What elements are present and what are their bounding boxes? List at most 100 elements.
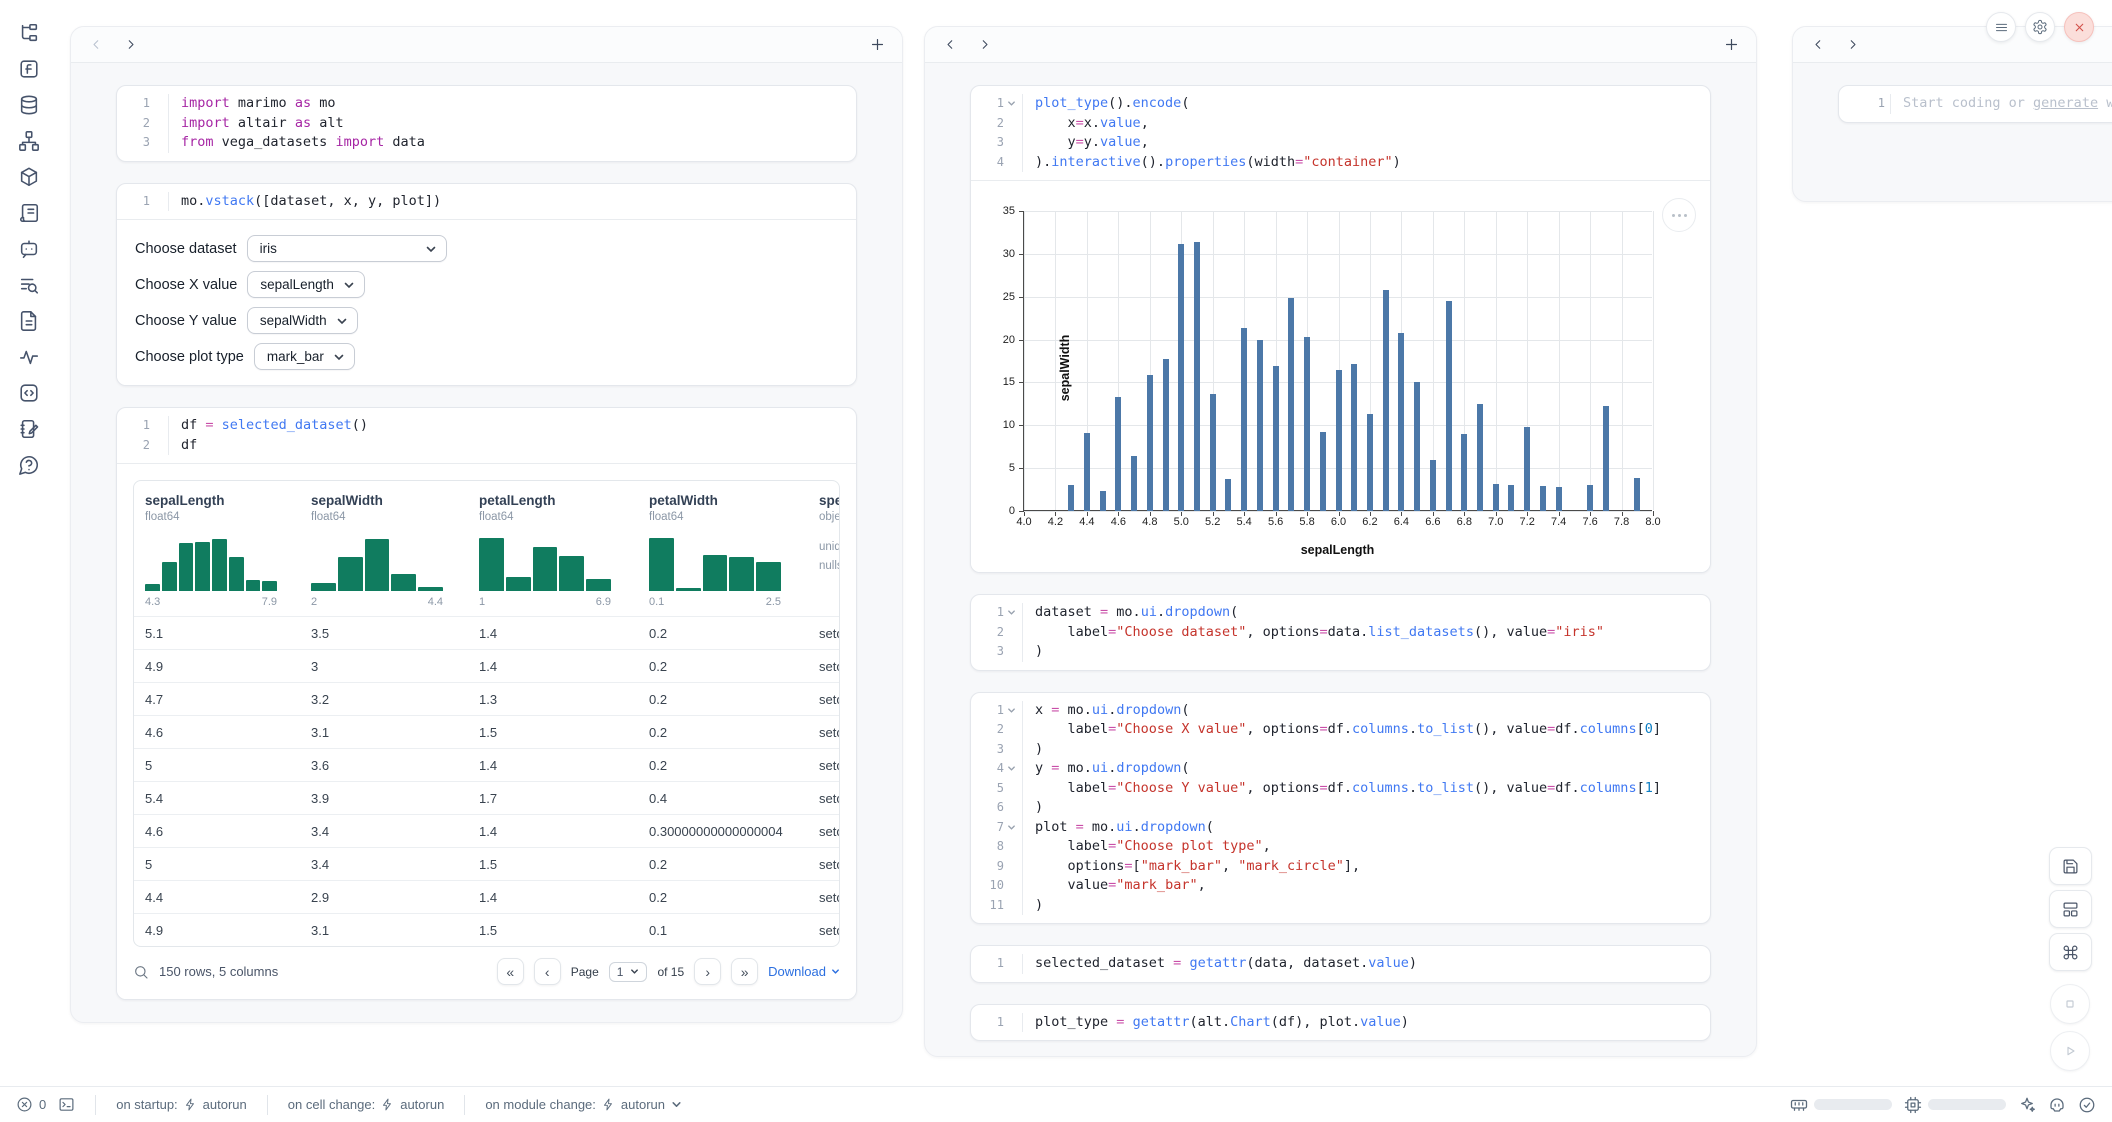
dependency-graph-icon[interactable] (18, 130, 40, 152)
code-editor[interactable]: 1selected_dataset = getattr(data, datase… (971, 946, 1710, 982)
code-line: 2 label="Choose dataset", options=data.l… (971, 623, 1710, 643)
code-line: 3 y=y.value, (971, 133, 1710, 153)
ai-sparkles-icon[interactable] (2018, 1096, 2036, 1114)
first-page-button[interactable]: « (497, 958, 524, 985)
fold-chevron-icon[interactable] (1007, 99, 1017, 109)
code-editor[interactable]: 1plot_type().encode(2 x=x.value,3 y=y.va… (971, 86, 1710, 180)
memory-icon (1790, 1096, 1808, 1114)
keyboard-shortcuts-button[interactable] (2049, 933, 2092, 971)
file-tree-icon[interactable] (18, 22, 40, 44)
table-footer: 150 rows, 5 columns « ‹ Page 1 of 15 › »… (133, 958, 840, 985)
logs-icon[interactable] (18, 202, 40, 224)
connection-status-icon[interactable] (2078, 1096, 2096, 1114)
move-column-right-icon[interactable] (121, 36, 139, 54)
settings-gear-icon[interactable] (2025, 12, 2055, 42)
dropdown-label: Choose dataset (135, 241, 237, 257)
dropdown-select[interactable]: sepalLength (247, 271, 365, 298)
layout-toggle-button[interactable] (2049, 890, 2092, 928)
column-header[interactable]: sepalLengthfloat644.37.9 (134, 481, 300, 616)
fold-chevron-icon[interactable] (1007, 608, 1017, 618)
column-header[interactable]: speciesobjectunique:nulls: (808, 481, 839, 616)
column-header[interactable]: petalLengthfloat6416.9 (468, 481, 638, 616)
table-row[interactable]: 5.43.91.70.4setosa (134, 781, 839, 814)
table-row[interactable]: 4.73.21.30.2setosa (134, 682, 839, 715)
table-row[interactable]: 53.61.40.2setosa (134, 748, 839, 781)
table-cell: 1.4 (468, 890, 638, 905)
table-row[interactable]: 4.93.11.50.1setosa (134, 913, 839, 946)
move-column-right-icon[interactable] (1843, 36, 1861, 54)
download-button[interactable]: Download (768, 964, 840, 979)
table-row[interactable]: 53.41.50.2setosa (134, 847, 839, 880)
on-cell-change-setting[interactable]: on cell change: autorun (288, 1097, 445, 1112)
chart-actions-button[interactable] (1662, 198, 1696, 232)
table-row[interactable]: 4.42.91.40.2setosa (134, 880, 839, 913)
functions-icon[interactable] (18, 58, 40, 80)
prev-page-button[interactable]: ‹ (534, 958, 561, 985)
move-column-left-icon[interactable] (87, 36, 105, 54)
chart-bar (1084, 433, 1090, 511)
column-header[interactable]: sepalWidthfloat6424.4 (300, 481, 468, 616)
help-icon[interactable] (18, 454, 40, 476)
search-icon[interactable] (133, 964, 149, 980)
table-row[interactable]: 4.63.11.50.2setosa (134, 715, 839, 748)
dropdown-select[interactable]: iris (247, 235, 447, 262)
errors-indicator[interactable]: 0 (16, 1096, 46, 1113)
on-startup-setting[interactable]: on startup: autorun (116, 1097, 247, 1112)
save-button[interactable] (2049, 847, 2092, 885)
code-editor[interactable]: 1df = selected_dataset()2df (117, 408, 856, 463)
fold-chevron-icon[interactable] (1007, 822, 1017, 832)
fold-spacer (1007, 959, 1017, 969)
table-row[interactable]: 4.931.40.2setosa (134, 649, 839, 682)
y-tick-label: 15 (1003, 376, 1015, 388)
move-column-left-icon[interactable] (941, 36, 959, 54)
code-line: 1x = mo.ui.dropdown( (971, 701, 1710, 721)
generate-link[interactable]: generate (2033, 95, 2098, 111)
shutdown-close-icon[interactable] (2064, 12, 2094, 42)
page-select[interactable]: 1 (609, 962, 648, 982)
snippets-icon[interactable] (18, 382, 40, 404)
fold-chevron-icon[interactable] (1007, 705, 1017, 715)
dropdown-select[interactable]: sepalWidth (247, 307, 358, 334)
datasources-icon[interactable] (18, 94, 40, 116)
terminal-icon[interactable] (58, 1096, 75, 1113)
cell-imports: 1import marimo as mo2import altair as al… (116, 85, 857, 162)
run-button[interactable] (2050, 1031, 2090, 1071)
table-row[interactable]: 4.63.41.40.30000000000000004setosa (134, 814, 839, 847)
y-tick-label: 30 (1003, 248, 1015, 260)
dropdown-row: Choose Y valuesepalWidth (135, 306, 838, 335)
column-header[interactable]: petalWidthfloat640.12.5 (638, 481, 808, 616)
dropdown-label: Choose X value (135, 277, 237, 293)
code-editor[interactable]: 1x = mo.ui.dropdown(2 label="Choose X va… (971, 693, 1710, 924)
code-editor[interactable]: 1dataset = mo.ui.dropdown(2 label="Choos… (971, 595, 1710, 670)
variable-explorer-icon[interactable] (18, 274, 40, 296)
fold-spacer (153, 118, 163, 128)
ai-chat-icon[interactable] (18, 238, 40, 260)
fold-chevron-icon[interactable] (1007, 764, 1017, 774)
dropdown-select[interactable]: mark_bar (254, 343, 355, 370)
code-editor[interactable]: 1 Start coding or generate with AI (1839, 86, 2112, 122)
next-page-button[interactable]: › (694, 958, 721, 985)
move-column-left-icon[interactable] (1809, 36, 1827, 54)
add-column-icon[interactable] (1722, 36, 1740, 54)
chart-bar (1304, 337, 1310, 511)
cell-plot: 1plot_type().encode(2 x=x.value,3 y=y.va… (970, 85, 1711, 573)
code-line: 11) (971, 896, 1710, 916)
add-column-icon[interactable] (868, 36, 886, 54)
move-column-right-icon[interactable] (975, 36, 993, 54)
on-module-change-setting[interactable]: on module change: autorun (485, 1097, 682, 1112)
code-editor[interactable]: 1plot_type = getattr(alt.Chart(df), plot… (971, 1005, 1710, 1041)
last-page-button[interactable]: » (731, 958, 758, 985)
x-tick-label: 5.8 (1299, 516, 1314, 528)
scratchpad-icon[interactable] (18, 418, 40, 440)
code-editor[interactable]: 1import marimo as mo2import altair as al… (117, 86, 856, 161)
tracing-icon[interactable] (18, 346, 40, 368)
documentation-icon[interactable] (18, 310, 40, 332)
copilot-icon[interactable] (2048, 1096, 2066, 1114)
x-tick-label: 6.2 (1362, 516, 1377, 528)
chevron-down-icon (334, 352, 344, 362)
packages-icon[interactable] (18, 166, 40, 188)
table-row[interactable]: 5.13.51.40.2setosa (134, 616, 839, 649)
code-editor[interactable]: 1mo.vstack([dataset, x, y, plot]) (117, 184, 856, 220)
notebook-menu-button[interactable] (1986, 12, 2016, 42)
stop-button[interactable] (2050, 984, 2090, 1024)
